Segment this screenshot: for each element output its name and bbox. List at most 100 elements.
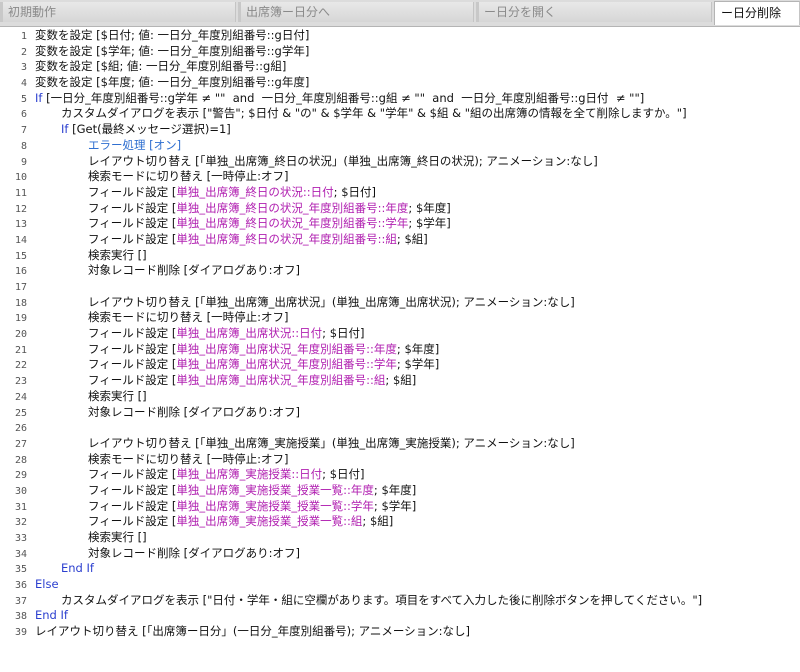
script-line[interactable]: 7 If [Get(最終メッセージ選択)=1]: [0, 122, 800, 138]
script-line[interactable]: 36 Else: [0, 577, 800, 593]
step-text: 変数を設定 [$学年; 値: 一日分_年度別組番号::g学年]: [35, 43, 310, 58]
script-step: フィールド設定 [単独_出席簿_終日の状況_年度別組番号::学年; $学年]: [88, 216, 451, 232]
script-line[interactable]: 30 フィールド設定 [単独_出席簿_実施授業_授業一覧::年度; $年度]: [0, 483, 800, 499]
script-line[interactable]: 33 検索実行 []: [0, 530, 800, 546]
line-number: 39: [14, 627, 27, 639]
control-keyword: Else: [35, 577, 59, 592]
script-line[interactable]: 35 End If: [0, 561, 800, 577]
step-text: フィールド設定 [: [88, 341, 177, 356]
script-line[interactable]: 17: [0, 279, 800, 295]
step-text: レイアウト切り替え [「単独_出席簿_終日の状況」(単独_出席簿_終日の状況);…: [88, 153, 598, 168]
line-number: 10: [14, 172, 27, 184]
script-step: フィールド設定 [単独_出席簿_終日の状況_年度別組番号::組; $組]: [88, 232, 428, 248]
line-number: 3: [20, 62, 27, 74]
line-number: 1: [20, 31, 27, 42]
script-line[interactable]: 3 変数を設定 [$組; 値: 一日分_年度別組番号::g組]: [0, 59, 800, 75]
script-line[interactable]: 20 フィールド設定 [単独_出席簿_出席状況::日付; $日付]: [0, 326, 800, 342]
script-line[interactable]: 9 レイアウト切り替え [「単独_出席簿_終日の状況」(単独_出席簿_終日の状況)…: [0, 154, 800, 170]
step-text: ; $日付]: [333, 184, 377, 199]
script-line[interactable]: 18 レイアウト切り替え [「単独_出席簿_出席状況」(単独_出席簿_出席状況);…: [0, 295, 800, 311]
script-editor[interactable]: 1 変数を設定 [$日付; 値: 一日分_年度別組番号::g日付] 2 変数を設定 […: [0, 28, 800, 640]
line-number: 14: [14, 234, 27, 246]
script-line[interactable]: 21 フィールド設定 [単独_出席簿_出席状況_年度別組番号::年度; $年度]: [0, 342, 800, 358]
script-step: End If: [35, 608, 68, 624]
control-keyword: End If: [61, 561, 94, 576]
script-line[interactable]: 5 If [一日分_年度別組番号::g学年 ≠ "" and 一日分_年度別組番号…: [0, 91, 800, 107]
step-text: ; $日付]: [322, 326, 365, 341]
script-line[interactable]: 34 対象レコード削除 [ダイアログあり:オフ]: [0, 546, 800, 562]
script-line[interactable]: 6 カスタムダイアログを表示 ["警告"; $日付 & "の" & $学年 & "…: [0, 106, 800, 122]
script-line[interactable]: 4 変数を設定 [$年度; 値: 一日分_年度別組番号::g年度]: [0, 75, 800, 91]
script-line[interactable]: 14 フィールド設定 [単独_出席簿_終日の状況_年度別組番号::組; $組]: [0, 232, 800, 248]
tab-open-one-day[interactable]: ー日分を開く: [476, 2, 712, 22]
script-line[interactable]: 13 フィールド設定 [単独_出席簿_終日の状況_年度別組番号::学年; $学年]: [0, 216, 800, 232]
step-text: フィールド設定 [: [88, 184, 177, 199]
line-number: 33: [14, 533, 27, 544]
line-number: 35: [14, 564, 27, 576]
script-line[interactable]: 19 検索モードに切り替え [一時停止:オフ]: [0, 310, 800, 326]
step-text: カスタムダイアログを表示 ["警告"; $日付 & "の" & $学年 & "学…: [61, 106, 687, 121]
step-text: フィールド設定 [: [88, 373, 177, 388]
script-line[interactable]: 31 フィールド設定 [単独_出席簿_実施授業_授業一覧::学年; $学年]: [0, 499, 800, 515]
step-text: ; $学年]: [408, 216, 451, 231]
script-step: 検索実行 []: [88, 389, 147, 405]
tab-goto-one-day[interactable]: 出席簿ー日分へ: [238, 2, 474, 22]
script-line[interactable]: 12 フィールド設定 [単独_出席簿_終日の状況_年度別組番号::年度; $年度]: [0, 201, 800, 217]
script-step: 対象レコード削除 [ダイアログあり:オフ]: [88, 546, 300, 562]
script-line[interactable]: 25 対象レコード削除 [ダイアログあり:オフ]: [0, 405, 800, 421]
script-line[interactable]: 23 フィールド設定 [単独_出席簿_出席状況_年度別組番号::組; $組]: [0, 373, 800, 389]
script-step: 変数を設定 [$日付; 値: 一日分_年度別組番号::g日付]: [35, 28, 309, 44]
tab-label: 初期動作: [8, 5, 57, 19]
script-step: 検索モードに切り替え [一時停止:オフ]: [88, 310, 289, 326]
field-reference: 単独_出席簿_終日の状況_年度別組番号::年度: [176, 200, 409, 215]
step-text: ; $学年]: [373, 498, 417, 513]
step-text: ; $年度]: [373, 482, 417, 497]
step-text: 検索モードに切り替え [一時停止:オフ]: [88, 169, 289, 184]
step-text: フィールド設定 [: [88, 498, 177, 513]
tab-label: ー日分削除: [721, 6, 782, 20]
script-step: フィールド設定 [単独_出席簿_終日の状況::日付; $日付]: [88, 185, 376, 201]
line-number: 7: [20, 125, 27, 137]
step-text: ; $組]: [396, 231, 428, 246]
script-step: If [Get(最終メッセージ選択)=1]: [61, 122, 231, 138]
script-line[interactable]: 10 検索モードに切り替え [一時停止:オフ]: [0, 169, 800, 185]
line-number: 23: [14, 376, 27, 388]
tab-label: ー日分を開く: [484, 5, 557, 19]
script-step: レイアウト切り替え [「単独_出席簿_終日の状況」(単独_出席簿_終日の状況);…: [88, 154, 598, 170]
field-reference: 単独_出席簿_実施授業_授業一覧::年度: [176, 482, 374, 497]
line-number: 8: [20, 140, 27, 152]
control-keyword: End If: [35, 608, 68, 623]
script-line[interactable]: 38 End If: [0, 608, 800, 624]
script-line[interactable]: 22 フィールド設定 [単独_出席簿_出席状況_年度別組番号::学年; $学年]: [0, 357, 800, 373]
script-step: カスタムダイアログを表示 ["警告"; $日付 & "の" & $学年 & "学…: [61, 106, 687, 122]
line-number: 19: [14, 313, 27, 325]
script-line[interactable]: 26: [0, 420, 800, 436]
step-text: フィールド設定 [: [88, 514, 177, 529]
script-line[interactable]: 29 フィールド設定 [単独_出席簿_実施授業::日付; $日付]: [0, 467, 800, 483]
script-line[interactable]: 11 フィールド設定 [単独_出席簿_終日の状況::日付; $日付]: [0, 185, 800, 201]
script-line[interactable]: 32 フィールド設定 [単独_出席簿_実施授業_授業一覧::組; $組]: [0, 514, 800, 530]
script-line[interactable]: 16 対象レコード削除 [ダイアログあり:オフ]: [0, 263, 800, 279]
step-text: 対象レコード削除 [ダイアログあり:オフ]: [88, 545, 301, 560]
script-line[interactable]: 27 レイアウト切り替え [「単独_出席簿_実施授業」(単独_出席簿_実施授業);…: [0, 436, 800, 452]
script-line[interactable]: 1 変数を設定 [$日付; 値: 一日分_年度別組番号::g日付]: [0, 28, 800, 44]
line-number: 22: [14, 360, 27, 372]
script-line[interactable]: 2 変数を設定 [$学年; 値: 一日分_年度別組番号::g学年]: [0, 44, 800, 60]
tab-label: 出席簿ー日分へ: [246, 5, 331, 19]
script-line[interactable]: 37 カスタムダイアログを表示 ["日付・学年・組に空欄があります。項目をすべて入…: [0, 593, 800, 609]
script-line[interactable]: 28 検索モードに切り替え [一時停止:オフ]: [0, 452, 800, 468]
step-text: カスタムダイアログを表示 ["日付・学年・組に空欄があります。項目をすべて入力し…: [61, 592, 703, 607]
script-line[interactable]: 15 検索実行 []: [0, 248, 800, 264]
line-number: 37: [14, 595, 27, 607]
tab-delete-one-day[interactable]: ー日分削除: [714, 1, 800, 25]
field-reference: 単独_出席簿_出席状況_年度別組番号::年度: [176, 341, 397, 356]
tab-bar: 初期動作 出席簿ー日分へ ー日分を開く ー日分削除: [0, 0, 800, 27]
line-number: 16: [14, 266, 27, 278]
script-step: 検索モードに切り替え [一時停止:オフ]: [88, 452, 289, 468]
script-line[interactable]: 24 検索実行 []: [0, 389, 800, 405]
tab-initial-action[interactable]: 初期動作: [0, 2, 236, 22]
script-line[interactable]: 8 エラー処理 [オン]: [0, 138, 800, 154]
line-number: 21: [14, 344, 27, 356]
script-step: フィールド設定 [単独_出席簿_終日の状況_年度別組番号::年度; $年度]: [88, 201, 451, 217]
script-line[interactable]: 39 レイアウト切り替え [「出席簿ー日分」(一日分_年度別組番号); アニメーシ…: [0, 624, 800, 640]
